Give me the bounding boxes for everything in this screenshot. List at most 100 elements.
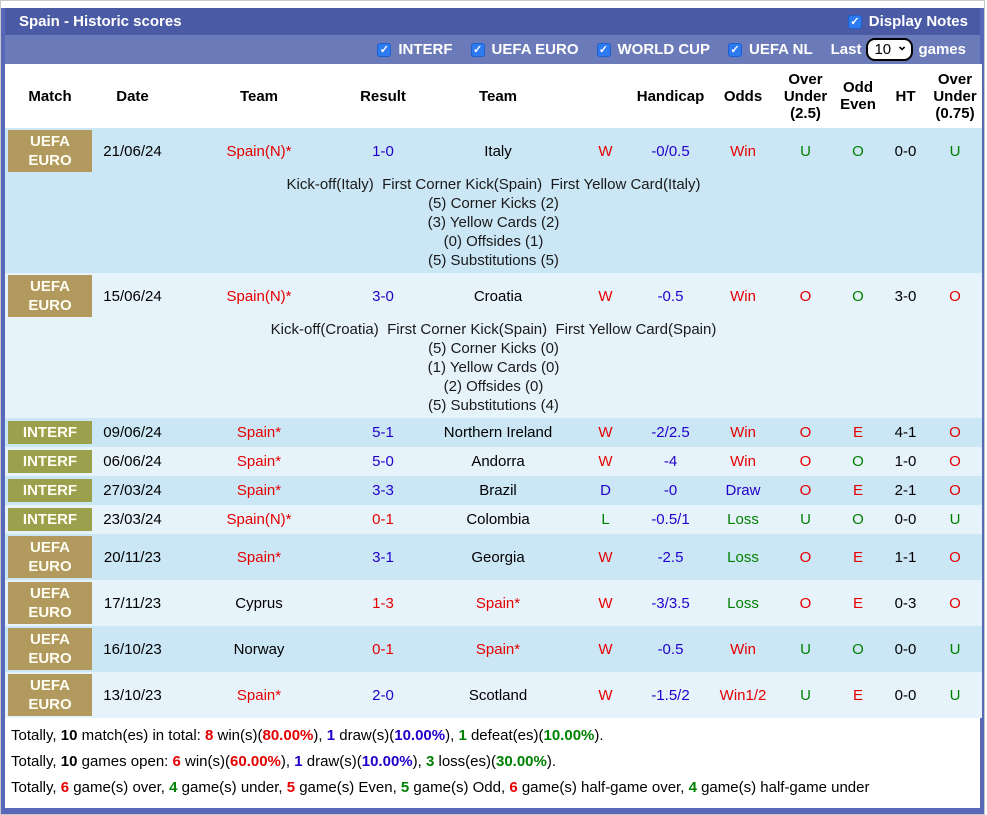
note-line: (3) Yellow Cards (2)	[427, 214, 560, 231]
summary-segment: win(s)(	[213, 727, 263, 744]
match-notes: Kick-off(Italy) First Corner Kick(Spain)…	[5, 174, 982, 273]
cell-result: 3-3	[348, 476, 418, 505]
cell-oe: E	[833, 476, 883, 505]
cell-team1: Spain*	[170, 476, 348, 505]
summary-segment: ).	[546, 753, 557, 770]
match-row: INTERF 27/03/24 Spain* 3-3 Brazil D -0 Draw O E 2-…	[5, 476, 982, 505]
cell-team1: Spain*	[170, 418, 348, 447]
summary-segment: game(s) half-game under	[696, 779, 870, 796]
cell-date: 13/10/23	[95, 672, 170, 718]
title-bar: Spain - Historic scores Display Notes	[5, 8, 980, 35]
cell-oe: O	[833, 505, 883, 534]
competition-badge: INTERF	[8, 421, 92, 444]
cell-wdl: W	[578, 447, 633, 476]
games-count-select[interactable]: 10	[866, 38, 914, 61]
cell-result: 2-0	[348, 672, 418, 718]
filter-uefa-nl-label: UEFA NL	[749, 41, 813, 58]
cell-odds: Win	[708, 447, 778, 476]
cell-ou25: U	[778, 672, 833, 718]
checkbox-checked-icon[interactable]	[847, 14, 862, 29]
checkbox-checked-icon[interactable]	[596, 42, 611, 57]
cell-team2: Scotland	[418, 672, 578, 718]
cell-ou075: O	[928, 534, 982, 580]
match-notes: Kick-off(Croatia) First Corner Kick(Spai…	[5, 319, 982, 418]
cell-odds: Win	[708, 626, 778, 672]
cell-date: 16/10/23	[95, 626, 170, 672]
cell-date: 20/11/23	[95, 534, 170, 580]
cell-competition: INTERF	[5, 447, 95, 476]
last-games-group: Last 10 games	[831, 38, 966, 61]
cell-result: 0-1	[348, 626, 418, 672]
cell-date: 27/03/24	[95, 476, 170, 505]
cell-ou25: O	[778, 580, 833, 626]
cell-team2: Spain*	[418, 580, 578, 626]
cell-ou25: O	[778, 447, 833, 476]
summary-segment: ),	[313, 727, 327, 744]
top-strip	[1, 1, 984, 8]
cell-wdl: W	[578, 534, 633, 580]
cell-oe: E	[833, 534, 883, 580]
cell-handicap: -3/3.5	[633, 580, 708, 626]
summary-segment: 5	[400, 779, 410, 796]
last-label: Last	[830, 41, 862, 58]
competition-badge: UEFA EURO	[8, 628, 92, 670]
cell-team1: Spain(N)*	[170, 128, 348, 174]
checkbox-checked-icon[interactable]	[728, 42, 742, 57]
col-header-odd-even: Odd Even	[833, 64, 883, 128]
cell-ou075: U	[928, 626, 982, 672]
summary-segment: ),	[445, 727, 459, 744]
filter-world-cup-label: WORLD CUP	[617, 41, 711, 58]
competition-badge: INTERF	[8, 508, 92, 531]
competition-badge: UEFA EURO	[8, 275, 92, 317]
summary-segment: games open:	[77, 753, 173, 770]
summary-segment: 10	[60, 753, 78, 770]
cell-wdl: D	[578, 476, 633, 505]
summary-segment: defeat(es)(	[466, 727, 544, 744]
competition-badge: UEFA EURO	[8, 536, 92, 578]
match-row: UEFA EURO 20/11/23 Spain* 3-1 Georgia W -2.5 Lo…	[5, 534, 982, 580]
filter-uefa-euro[interactable]: UEFA EURO	[470, 41, 579, 58]
cell-wdl: W	[578, 580, 633, 626]
cell-team1: Spain*	[170, 534, 348, 580]
cell-ou25: U	[778, 626, 833, 672]
col-header-team-away: Team	[418, 64, 578, 128]
note-line: (5) Substitutions (4)	[428, 397, 559, 414]
cell-competition: UEFA EURO	[5, 580, 95, 626]
cell-date: 23/03/24	[95, 505, 170, 534]
note-line: (5) Corner Kicks (2)	[428, 195, 559, 212]
summary-segment: 1	[294, 753, 303, 770]
summary-segment: 1	[326, 727, 336, 744]
cell-wdl: W	[578, 418, 633, 447]
summary-segment: game(s) half-game over,	[517, 779, 689, 796]
col-header-result: Result	[348, 64, 418, 128]
cell-ht: 1-0	[883, 447, 928, 476]
cell-handicap: -2/2.5	[633, 418, 708, 447]
col-header-handicap: Handicap	[633, 64, 708, 128]
filter-interf[interactable]: INTERF	[377, 41, 453, 58]
filter-world-cup[interactable]: WORLD CUP	[596, 41, 711, 58]
summary-segment: game(s) Odd,	[409, 779, 510, 796]
cell-date: 06/06/24	[95, 447, 170, 476]
summary-line: Totally, 10 match(es) in total: 8 win(s)…	[11, 723, 980, 749]
note-line: (2) Offsides (0)	[443, 378, 544, 395]
cell-handicap: -4	[633, 447, 708, 476]
summary-segment: game(s) Even,	[295, 779, 401, 796]
col-header-wdl	[578, 64, 633, 128]
filter-uefa-nl[interactable]: UEFA NL	[728, 41, 813, 58]
note-line: Kick-off(Italy) First Corner Kick(Spain)…	[286, 176, 701, 193]
cell-result: 0-1	[348, 505, 418, 534]
cell-ht: 1-1	[883, 534, 928, 580]
cell-team1: Spain(N)*	[170, 505, 348, 534]
cell-team1: Spain*	[170, 447, 348, 476]
matches-table: Match Date Team Result Team Handicap Odd…	[5, 64, 982, 718]
cell-wdl: W	[578, 672, 633, 718]
match-row: INTERF 09/06/24 Spain* 5-1 Northern Ireland W…	[5, 418, 982, 447]
checkbox-checked-icon[interactable]	[377, 42, 392, 57]
display-notes-toggle[interactable]: Display Notes	[847, 13, 968, 30]
summary-line: Totally, 10 games open: 6 win(s)(60.00%)…	[11, 749, 980, 775]
cell-odds: Loss	[708, 580, 778, 626]
cell-team2: Brazil	[418, 476, 578, 505]
summary-segment: 10.00%	[543, 727, 595, 744]
games-label: games	[918, 41, 966, 58]
checkbox-checked-icon[interactable]	[470, 42, 485, 57]
